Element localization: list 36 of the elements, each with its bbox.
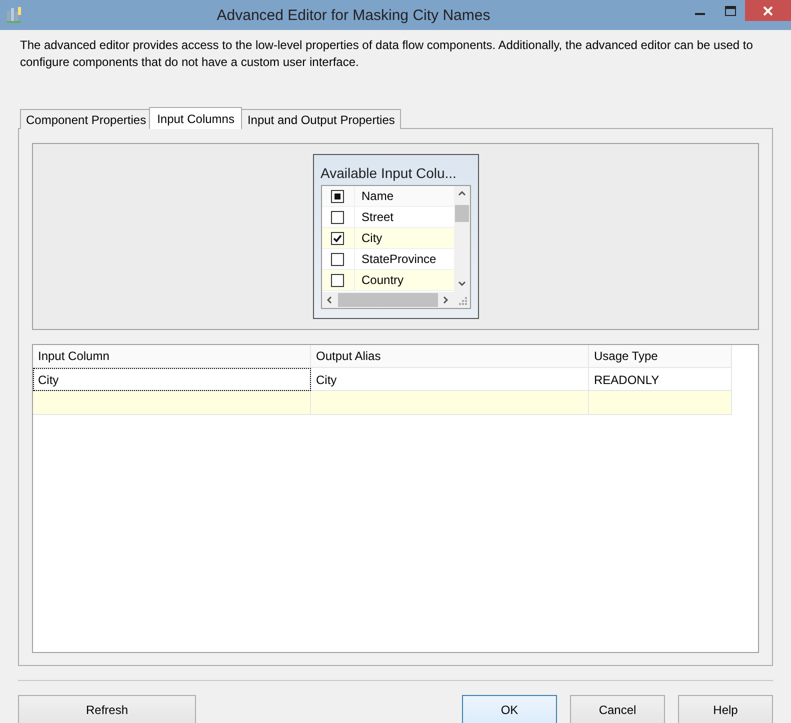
minimize-icon <box>695 13 705 15</box>
new-row-cell[interactable] <box>589 391 732 415</box>
dialog-button[interactable]: Help <box>678 695 773 723</box>
column-header: Output Alias <box>311 345 589 368</box>
checkbox[interactable] <box>331 210 344 224</box>
dialog-button[interactable]: Cancel <box>570 695 665 723</box>
column-name[interactable]: City <box>354 231 382 245</box>
dialog-button[interactable]: Refresh <box>18 695 196 723</box>
maximize-icon <box>724 6 736 16</box>
checkbox[interactable] <box>331 232 344 244</box>
column-name[interactable]: Street <box>354 210 394 224</box>
description-text: The advanced editor provides access to the low-level properties of data flow components. Additionally, the advanced editor can be used to configure components that do not have a custom user interface. <box>20 37 754 71</box>
tab[interactable]: Input and Output Properties <box>241 109 401 129</box>
tab[interactable]: Input Columns <box>149 107 242 129</box>
close-icon <box>763 6 773 16</box>
close-button[interactable] <box>745 0 791 21</box>
new-row-cell[interactable] <box>33 391 311 415</box>
new-row-cell[interactable] <box>311 391 589 415</box>
checkbox[interactable] <box>331 190 344 202</box>
column-header: Input Column <box>33 345 311 368</box>
scroll-left-icon[interactable] <box>326 296 334 304</box>
checkbox[interactable] <box>331 274 344 286</box>
panel-title: Available Input Colu... <box>320 164 456 182</box>
scroll-up-icon[interactable] <box>458 190 466 198</box>
scrollbar-thumb[interactable] <box>454 204 468 222</box>
window-title: Advanced Editor for Masking City Names <box>216 6 492 24</box>
scrollbar-thumb[interactable] <box>338 293 438 307</box>
app-icon <box>6 6 22 24</box>
scroll-down-icon[interactable] <box>458 280 466 288</box>
resize-grip-icon[interactable] <box>458 297 466 305</box>
dialog-button[interactable]: OK <box>462 695 557 723</box>
column-name[interactable]: StateProvince <box>354 252 436 266</box>
scroll-right-icon[interactable] <box>442 296 450 304</box>
checkbox[interactable] <box>331 252 344 266</box>
column-header: Name <box>360 189 394 203</box>
column-header: Usage Type <box>589 345 732 368</box>
